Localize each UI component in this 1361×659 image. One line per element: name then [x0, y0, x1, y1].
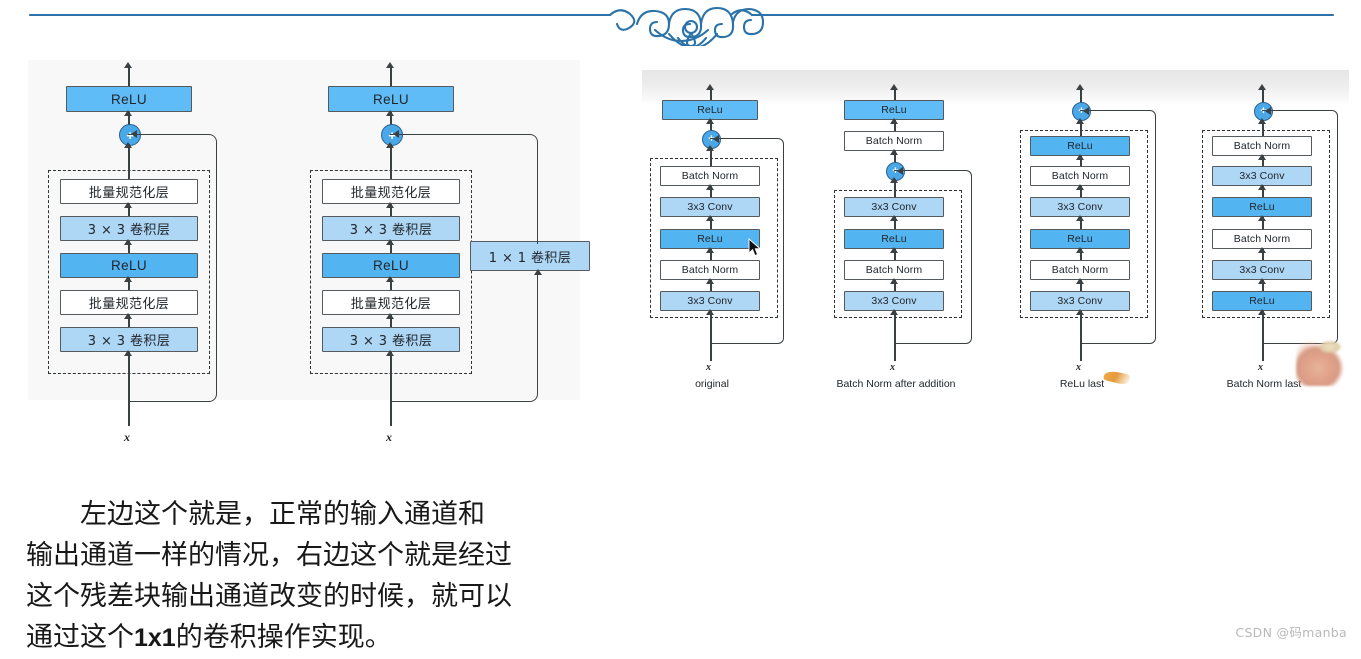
shortcut-lower-path — [390, 271, 538, 402]
input-label-x: x — [706, 362, 711, 373]
mouse-pointer-arrow-icon — [748, 238, 762, 257]
column-caption: ReLu last — [1059, 378, 1105, 390]
narration-line-4-c: 的卷积操作实现。 — [175, 622, 392, 653]
input-label-x: x — [1258, 362, 1263, 373]
input-label-x: x — [1076, 362, 1081, 373]
ornamental-divider — [0, 0, 1361, 46]
right-col-original: ReLu + Batch Norm 3x3 Conv ReLu Batch No… — [642, 70, 822, 390]
node-batchnorm-outside: Batch Norm — [844, 131, 944, 151]
skip-connection-path — [710, 138, 784, 344]
node-relu-top: ReLU — [66, 86, 192, 112]
skip-connection-path — [894, 170, 972, 344]
shortcut-upper-path — [390, 134, 538, 244]
input-label-x: x — [890, 362, 895, 373]
right-col-bn-after-addition: ReLu Batch Norm + 3x3 Conv ReLu Batch No… — [826, 70, 1016, 390]
node-relu-outside: ReLu — [662, 100, 758, 120]
narration-line-1: 左边这个就是，正常的输入通道和 — [80, 499, 485, 530]
narration-line-3: 这个残差块输出通道改变的时候，就可以 — [26, 581, 512, 612]
column-caption: Batch Norm after addition — [836, 378, 956, 390]
narration-line-4: 通过这个1x1的卷积操作实现。 — [26, 617, 586, 659]
skip-connection-path — [128, 134, 217, 402]
node-relu-outside: ReLu — [844, 100, 944, 120]
narration-text: 左边这个就是，正常的输入通道和 输出通道一样的情况，右边这个就是经过 这个残差块… — [26, 494, 586, 659]
skip-connection-path — [1080, 110, 1156, 344]
input-label-x: x — [124, 430, 130, 444]
input-label-x: x — [386, 430, 392, 444]
right-figure-panel: ReLu + Batch Norm 3x3 Conv ReLu Batch No… — [642, 70, 1349, 390]
blurred-hand-overlay — [1296, 338, 1344, 386]
node-conv1x1-shortcut: 1 × 1 卷积层 — [470, 241, 590, 271]
left-block-projection: ReLU + 批量规范化层 3 × 3 卷积层 ReLU 批量规范化层 3 × … — [298, 60, 590, 444]
left-block-identity: ReLU + 批量规范化层 3 × 3 卷积层 ReLU 批量规范化层 3 × … — [28, 60, 298, 444]
left-figure-panel: ReLU + 批量规范化层 3 × 3 卷积层 ReLU 批量规范化层 3 × … — [28, 60, 590, 444]
csdn-watermark: CSDN @码manba — [1235, 625, 1347, 640]
node-relu-top: ReLU — [328, 86, 454, 112]
narration-line-4-a: 通过这个 — [26, 622, 134, 653]
right-col-relu-last: + ReLu Batch Norm 3x3 Conv ReLu Batch No… — [1012, 70, 1197, 390]
flourish-divider-icon — [28, 6, 1335, 46]
skip-connection-path — [1262, 110, 1338, 344]
narration-line-2: 输出通道一样的情况，右边这个就是经过 — [26, 540, 512, 571]
column-caption: original — [695, 378, 729, 390]
narration-line-4-b: 1x1 — [134, 624, 176, 652]
